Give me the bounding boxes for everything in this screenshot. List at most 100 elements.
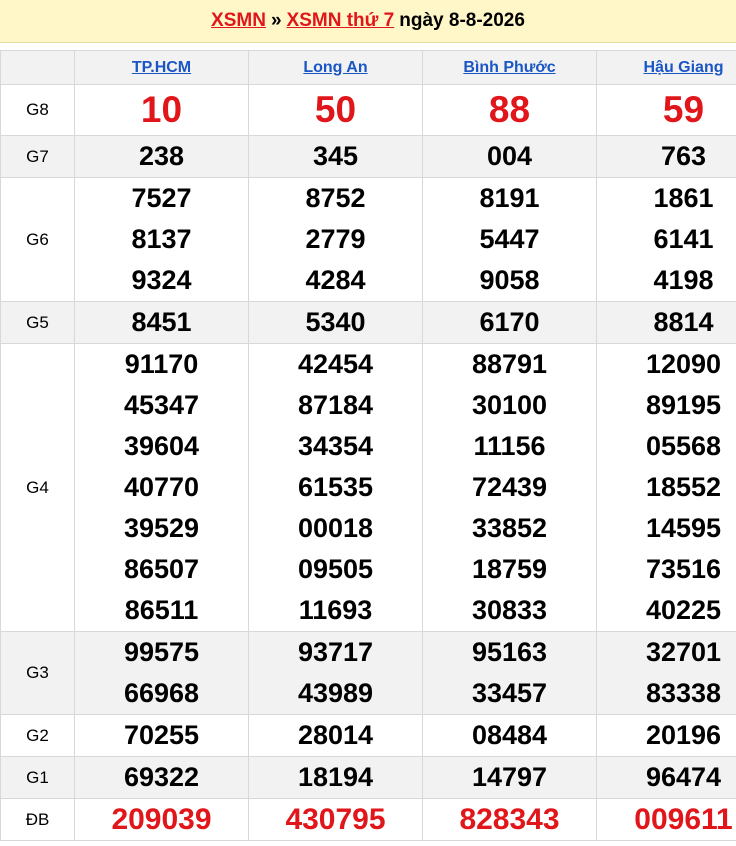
result-cell: 08484	[422, 714, 597, 757]
result-number: 8752	[305, 183, 366, 213]
result-cell: 28014	[248, 714, 423, 757]
result-number: 91170	[124, 349, 199, 379]
prize-label: G3	[0, 631, 75, 715]
prize-row: G8 10 50 88 59	[0, 84, 736, 136]
prize-row: ĐB 209039 430795 828343 009611	[0, 798, 736, 841]
result-number: 4284	[305, 265, 366, 295]
prize-label: G2	[0, 714, 75, 757]
result-cell: 009611	[596, 798, 736, 841]
province-header: TP.HCM	[74, 50, 249, 85]
result-cell: 20196	[596, 714, 736, 757]
province-link[interactable]: Bình Phước	[463, 59, 555, 76]
result-number: 33457	[471, 678, 548, 708]
result-number: 430795	[285, 803, 386, 836]
prize-label: G5	[0, 301, 75, 344]
result-number: 32701	[645, 637, 722, 667]
result-cell: 93717 43989	[248, 631, 423, 715]
result-number: 28014	[297, 720, 374, 750]
result-cell: 91170 45347 39604 40770 39529 86507 86511	[74, 343, 249, 632]
result-number: 42454	[297, 349, 374, 379]
result-cell: 5340	[248, 301, 423, 344]
result-number: 18759	[471, 554, 548, 584]
result-number: 9324	[131, 265, 192, 295]
prize-label: G4	[0, 343, 75, 632]
result-number: 20196	[645, 720, 722, 750]
result-number: 6170	[479, 307, 540, 337]
result-number: 4198	[653, 265, 714, 295]
result-number: 50	[314, 89, 357, 130]
result-number: 18194	[297, 762, 374, 792]
result-number: 7527	[131, 183, 192, 213]
result-number: 93717	[297, 637, 374, 667]
result-number: 345	[312, 141, 359, 171]
result-number: 61535	[297, 472, 374, 502]
province-header: Long An	[248, 50, 423, 85]
result-number: 43989	[297, 678, 374, 708]
result-number: 14797	[471, 762, 548, 792]
prize-row: G1 69322 18194 14797 96474	[0, 756, 736, 799]
result-cell: 209039	[74, 798, 249, 841]
prize-label: ĐB	[0, 798, 75, 841]
result-cell: 1861 6141 4198	[596, 177, 736, 302]
result-number: 9058	[479, 265, 540, 295]
result-number: 11156	[473, 431, 546, 461]
result-cell: 12090 89195 05568 18552 14595 73516 40225	[596, 343, 736, 632]
result-number: 00018	[297, 513, 374, 543]
result-cell: 59	[596, 84, 736, 136]
result-number: 30100	[471, 390, 548, 420]
prize-row: G5 8451 5340 6170 8814	[0, 301, 736, 344]
result-number: 66968	[123, 678, 200, 708]
province-link[interactable]: Hậu Giang	[643, 59, 723, 76]
result-number: 8814	[653, 307, 714, 337]
result-cell: 345	[248, 135, 423, 178]
prize-label: G1	[0, 756, 75, 799]
result-number: 05568	[645, 431, 722, 461]
result-number: 6141	[653, 224, 714, 254]
result-cell: 430795	[248, 798, 423, 841]
result-number: 86507	[123, 554, 200, 584]
result-number: 33852	[471, 513, 548, 543]
result-number: 39604	[123, 431, 200, 461]
result-cell: 50	[248, 84, 423, 136]
result-number: 87184	[297, 390, 374, 420]
result-number: 72439	[471, 472, 548, 502]
result-cell: 42454 87184 34354 61535 00018 09505 11693	[248, 343, 423, 632]
result-number: 70255	[123, 720, 200, 750]
xsmn-thu7-link[interactable]: XSMN thứ 7	[287, 10, 395, 32]
result-number: 18552	[645, 472, 722, 502]
result-number: 2779	[305, 224, 366, 254]
results-table: TP.HCM Long An Bình Phước Hậu Giang G8 10…	[0, 50, 736, 841]
result-number: 8137	[131, 224, 192, 254]
result-number: 89195	[645, 390, 722, 420]
xsmn-link[interactable]: XSMN	[211, 10, 266, 32]
result-number: 86511	[124, 595, 199, 625]
result-number: 12090	[645, 349, 722, 379]
result-number: 1861	[653, 183, 714, 213]
result-number: 88	[488, 89, 531, 130]
result-number: 11693	[298, 595, 373, 625]
result-cell: 6170	[422, 301, 597, 344]
result-cell: 763	[596, 135, 736, 178]
result-number: 828343	[459, 803, 560, 836]
result-number: 34354	[297, 431, 374, 461]
province-link[interactable]: TP.HCM	[132, 59, 191, 76]
prize-label: G7	[0, 135, 75, 178]
result-number: 14595	[645, 513, 722, 543]
result-cell: 8814	[596, 301, 736, 344]
breadcrumb-separator: »	[270, 10, 282, 31]
result-cell: 8191 5447 9058	[422, 177, 597, 302]
province-link[interactable]: Long An	[303, 59, 367, 76]
prize-label: G6	[0, 177, 75, 302]
result-cell: 32701 83338	[596, 631, 736, 715]
result-number: 5447	[479, 224, 540, 254]
result-cell: 88	[422, 84, 597, 136]
prize-label: G8	[0, 84, 75, 136]
result-number: 69322	[123, 762, 200, 792]
result-cell: 96474	[596, 756, 736, 799]
prize-row: G4 91170 45347 39604 40770 39529 86507 86511 424…	[0, 343, 736, 632]
result-cell: 8451	[74, 301, 249, 344]
province-header: Bình Phước	[422, 50, 597, 85]
result-number: 45347	[123, 390, 200, 420]
result-number: 5340	[305, 307, 366, 337]
result-number: 95163	[471, 637, 548, 667]
